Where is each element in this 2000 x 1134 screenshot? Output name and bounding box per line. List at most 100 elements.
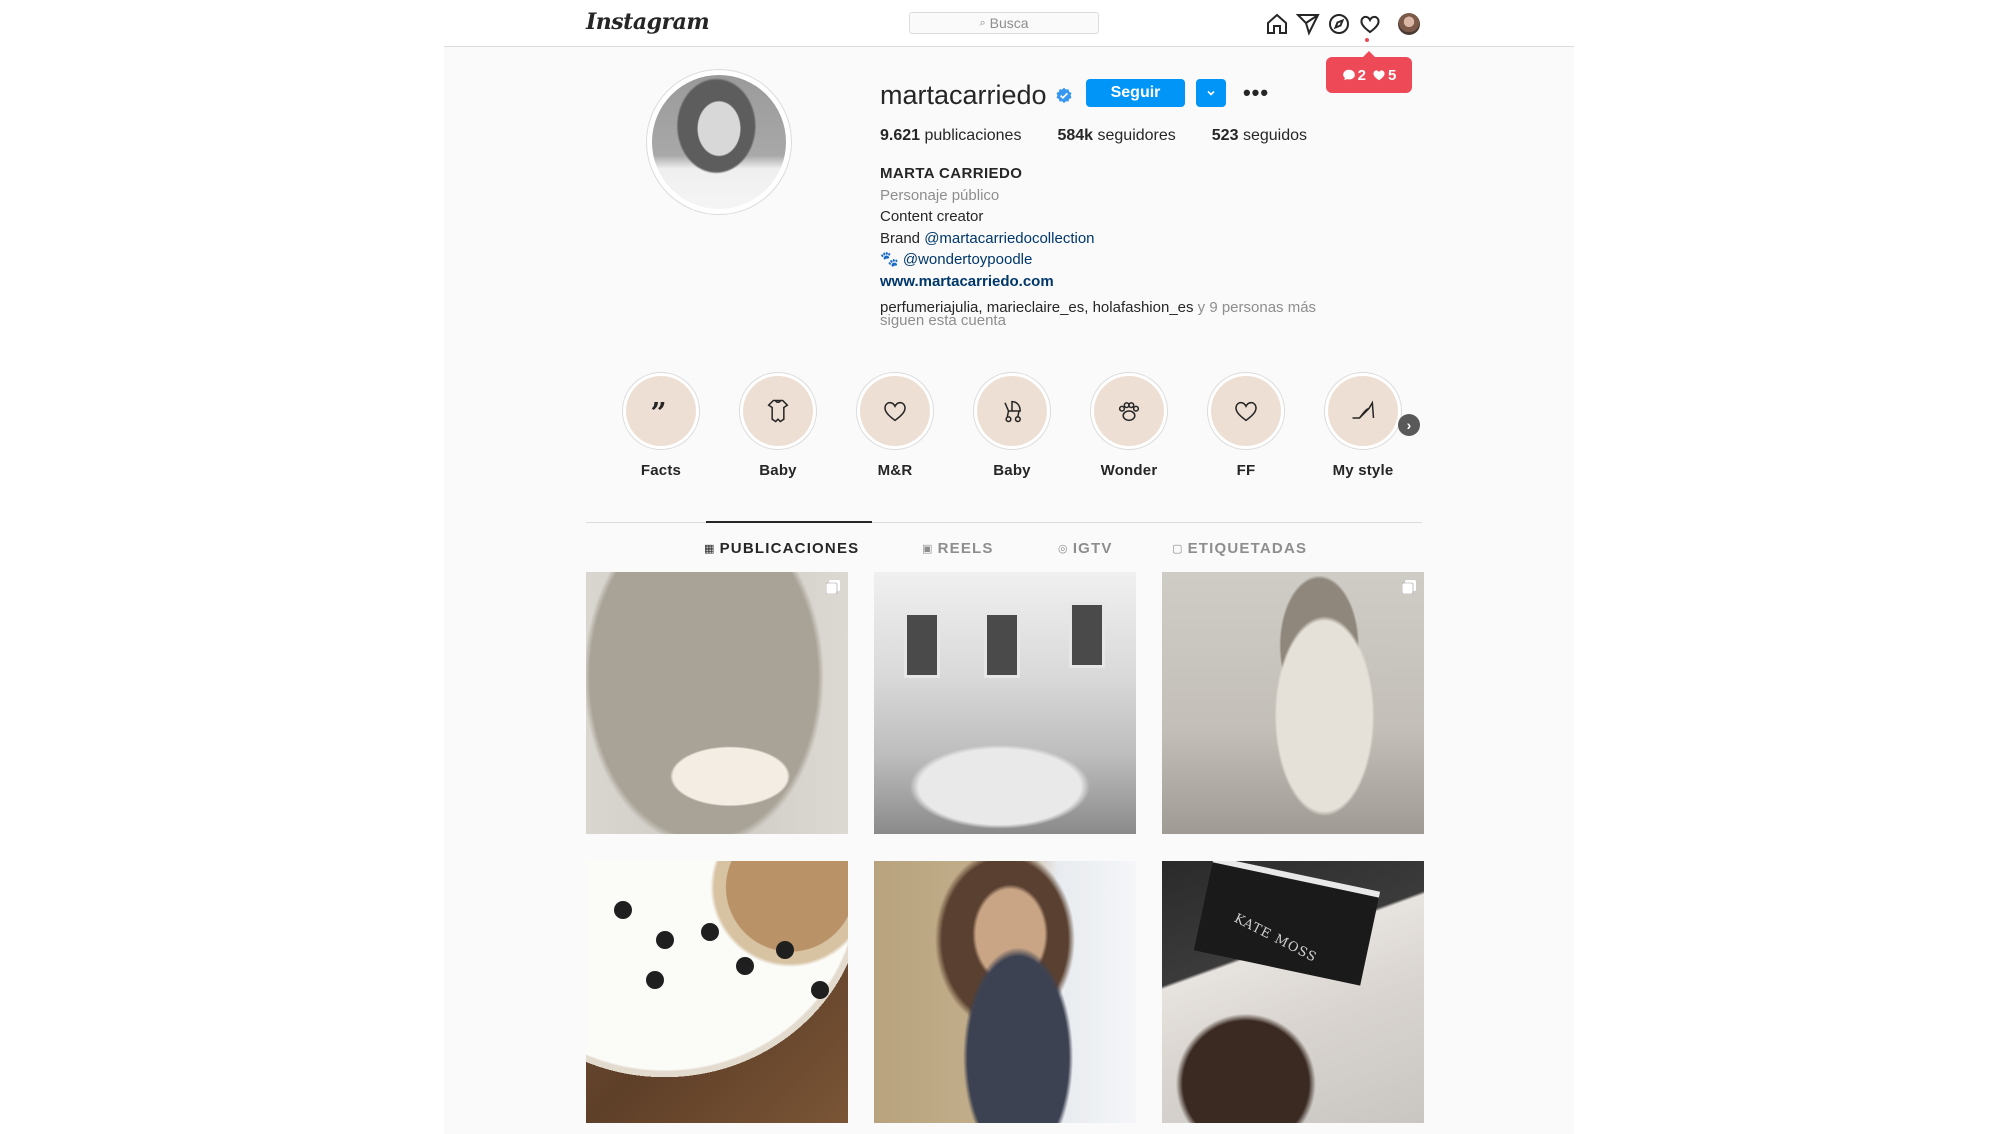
profile-photo	[652, 75, 786, 209]
highlight-item[interactable]: ” Facts	[606, 372, 716, 479]
username-row: martacarriedo	[880, 80, 1073, 111]
tab-reels[interactable]: ▣ REELS	[922, 540, 994, 557]
highlight-item[interactable]: FF	[1191, 372, 1301, 479]
following-label: seguidos	[1242, 127, 1307, 144]
profile-stats: 9.621 publicaciones 584k seguidores 523 …	[880, 127, 1343, 145]
more-options-icon[interactable]: •••	[1241, 80, 1271, 106]
profile-avatar-icon[interactable]	[1398, 13, 1420, 35]
highlight-item[interactable]: Wonder	[1074, 372, 1184, 479]
highlight-label: M&R	[877, 462, 913, 479]
tagged-icon: ▢	[1172, 543, 1184, 555]
highlight-label: Baby	[759, 462, 797, 479]
reels-icon: ▣	[922, 543, 934, 555]
notification-dot	[1365, 38, 1369, 42]
following-count: 523	[1211, 127, 1239, 144]
top-navigation-bar: Instagram ⌕ Busca	[444, 0, 1574, 47]
activity-heart-icon[interactable]	[1358, 12, 1382, 36]
bio-brand-line: Brand @martacarriedocollection	[880, 228, 1440, 250]
tab-label: ETIQUETADAS	[1187, 540, 1308, 557]
verified-badge-icon	[1056, 87, 1072, 103]
quote-icon: ”	[651, 397, 667, 425]
highlight-item[interactable]: Baby	[723, 372, 833, 479]
bio-pet-line: 🐾 @wondertoypoodle	[880, 249, 1440, 271]
follow-button[interactable]: Seguir	[1086, 79, 1185, 107]
followed-by-section[interactable]: perfumeriajulia, marieclaire_es, holafas…	[880, 299, 1440, 329]
heart-icon	[1235, 401, 1257, 422]
multiple-photos-icon	[1402, 580, 1416, 594]
highlight-cover	[1324, 372, 1402, 450]
brand-prefix: Brand	[880, 229, 925, 247]
post-thumbnail[interactable]	[1162, 572, 1424, 834]
search-input[interactable]: ⌕ Busca	[909, 12, 1099, 34]
multiple-photos-icon	[826, 580, 840, 594]
direct-message-icon[interactable]	[1295, 12, 1320, 36]
heart-icon	[884, 401, 906, 422]
profile-full-name: MARTA CARRIEDO	[880, 165, 1023, 182]
profile-category: Personaje público	[880, 186, 1000, 204]
post-image-detail	[1193, 861, 1381, 986]
tab-tagged[interactable]: ▢ ETIQUETADAS	[1172, 540, 1307, 557]
highlight-label: Facts	[640, 462, 682, 479]
chevron-down-icon	[1207, 90, 1215, 96]
home-icon[interactable]	[1265, 12, 1289, 36]
search-icon: ⌕	[979, 16, 986, 29]
followers-stat[interactable]: 584k seguidores	[1057, 127, 1175, 145]
highlight-item[interactable]: Baby	[957, 372, 1067, 479]
brand-mention-link[interactable]: @martacarriedocollection	[924, 230, 1094, 247]
heel-shoe-icon	[1352, 400, 1375, 419]
tab-igtv[interactable]: ◎ IGTV	[1058, 540, 1113, 557]
highlight-cover	[973, 372, 1051, 450]
pet-mention-link[interactable]: @wondertoypoodle	[903, 251, 1032, 268]
post-image-detail	[614, 901, 632, 919]
heart-filled-icon	[1373, 70, 1385, 81]
posts-stat: 9.621 publicaciones	[880, 127, 1021, 145]
post-image-detail	[984, 612, 1020, 678]
tab-label: IGTV	[1072, 540, 1113, 557]
post-thumbnail[interactable]	[586, 572, 848, 834]
highlight-cover	[1090, 372, 1168, 450]
comment-count: 2	[1357, 66, 1366, 84]
posts-label: publicaciones	[924, 127, 1022, 144]
following-stat[interactable]: 523 seguidos	[1212, 127, 1307, 145]
tab-label: REELS	[937, 540, 994, 557]
notification-popup[interactable]: 2 5	[1326, 51, 1412, 93]
post-thumbnail[interactable]	[874, 861, 1136, 1123]
search-placeholder: Busca	[989, 15, 1029, 31]
highlight-cover	[856, 372, 934, 450]
explore-compass-icon[interactable]	[1327, 12, 1351, 36]
post-image-detail	[701, 923, 719, 941]
profile-bio: MARTA CARRIEDO Personaje público Content…	[880, 163, 1440, 292]
like-count: 5	[1388, 66, 1397, 84]
igtv-icon: ◎	[1058, 543, 1069, 555]
profile-page: Instagram ⌕ Busca 2 5 martacarriedo Segu…	[444, 0, 1574, 1134]
highlight-item[interactable]: M&R	[840, 372, 950, 479]
post-thumbnail[interactable]	[874, 572, 1136, 834]
post-thumbnail[interactable]: KATE MOSS	[1162, 861, 1424, 1123]
highlight-label: My style	[1332, 462, 1394, 479]
instagram-logo[interactable]: Instagram	[586, 9, 710, 35]
profile-tabs: ▦ PUBLICACIONES ▣ REELS ◎ IGTV ▢ ETIQUET…	[586, 540, 1422, 560]
highlights-next-arrow-icon[interactable]: ›	[1398, 414, 1420, 436]
followed-by-suffix: siguen esta cuenta	[880, 312, 1006, 329]
bio-line: Content creator	[880, 208, 984, 225]
stroller-icon	[1004, 400, 1021, 423]
onesie-icon	[767, 399, 789, 423]
highlight-cover: ”	[622, 372, 700, 450]
post-image-detail	[736, 957, 754, 975]
tab-posts[interactable]: ▦ PUBLICACIONES	[704, 540, 859, 557]
website-link[interactable]: www.martacarriedo.com	[880, 271, 1440, 293]
profile-avatar[interactable]	[646, 69, 792, 215]
svg-text:”: ”	[651, 397, 667, 425]
post-image-detail	[656, 931, 674, 949]
followed-by-more: y 9 personas más	[1193, 299, 1317, 316]
post-image-detail	[1069, 602, 1105, 668]
post-thumbnail[interactable]	[586, 861, 848, 1123]
highlight-cover	[1207, 372, 1285, 450]
suggested-accounts-dropdown-button[interactable]	[1196, 79, 1226, 107]
paw-prints-icon: 🐾	[880, 251, 899, 268]
comment-bubble-icon	[1342, 69, 1355, 81]
post-image-detail	[776, 941, 794, 959]
profile-username: martacarriedo	[880, 80, 1047, 110]
post-image-detail	[811, 981, 829, 999]
tab-label: PUBLICACIONES	[719, 540, 860, 557]
